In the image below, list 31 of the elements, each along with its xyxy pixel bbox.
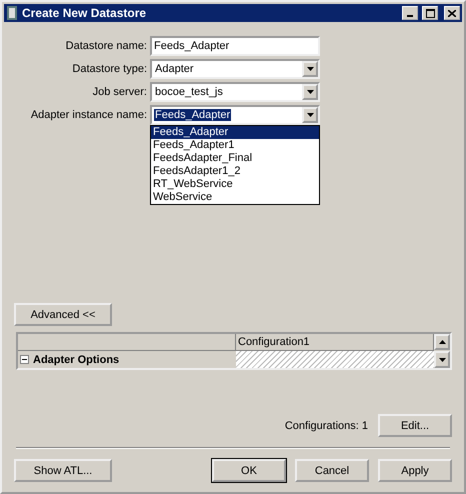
text-field[interactable]: Feeds_Adapter (150, 36, 320, 56)
dropdown-arrow-icon (306, 90, 314, 94)
dropdown-item[interactable]: Feeds_Adapter (151, 126, 319, 139)
dialog-button[interactable]: Apply (378, 459, 452, 482)
dialog-button[interactable]: Show ATL... (14, 459, 112, 482)
dialog-button[interactable]: OK (212, 459, 286, 482)
configurations-count: Configurations: 1 (284, 420, 368, 432)
scroll-down-icon (438, 358, 446, 362)
advanced-button[interactable]: Advanced << (14, 303, 112, 326)
maximize-icon (426, 8, 434, 18)
window-title: Create New Datastore (22, 6, 148, 20)
dropdown-arrow-icon (306, 67, 314, 71)
close-icon (448, 10, 456, 16)
maximize-button[interactable] (422, 6, 438, 20)
row-label: Adapter Options (33, 354, 120, 366)
combo-box[interactable]: Feeds_Adapter (150, 105, 320, 125)
app-icon (6, 6, 18, 20)
combo-box[interactable]: bocoe_test_js (150, 82, 320, 102)
scroll-up-icon (438, 340, 446, 344)
minimize-button[interactable] (402, 6, 418, 20)
edit-button[interactable]: Edit... (378, 414, 452, 437)
column-header: Configuration1 (236, 334, 434, 351)
field-label: Datastore name: (64, 40, 147, 52)
dropdown-arrow-icon (306, 113, 314, 117)
close-button[interactable] (444, 6, 460, 20)
dialog-button[interactable]: Cancel (295, 459, 369, 482)
collapse-icon[interactable] (20, 355, 29, 364)
field-label: Datastore type: (71, 63, 147, 75)
field-label: Job server: (92, 86, 147, 98)
field-label: Adapter instance name: (30, 109, 147, 121)
combo-box[interactable]: Adapter (150, 59, 320, 79)
